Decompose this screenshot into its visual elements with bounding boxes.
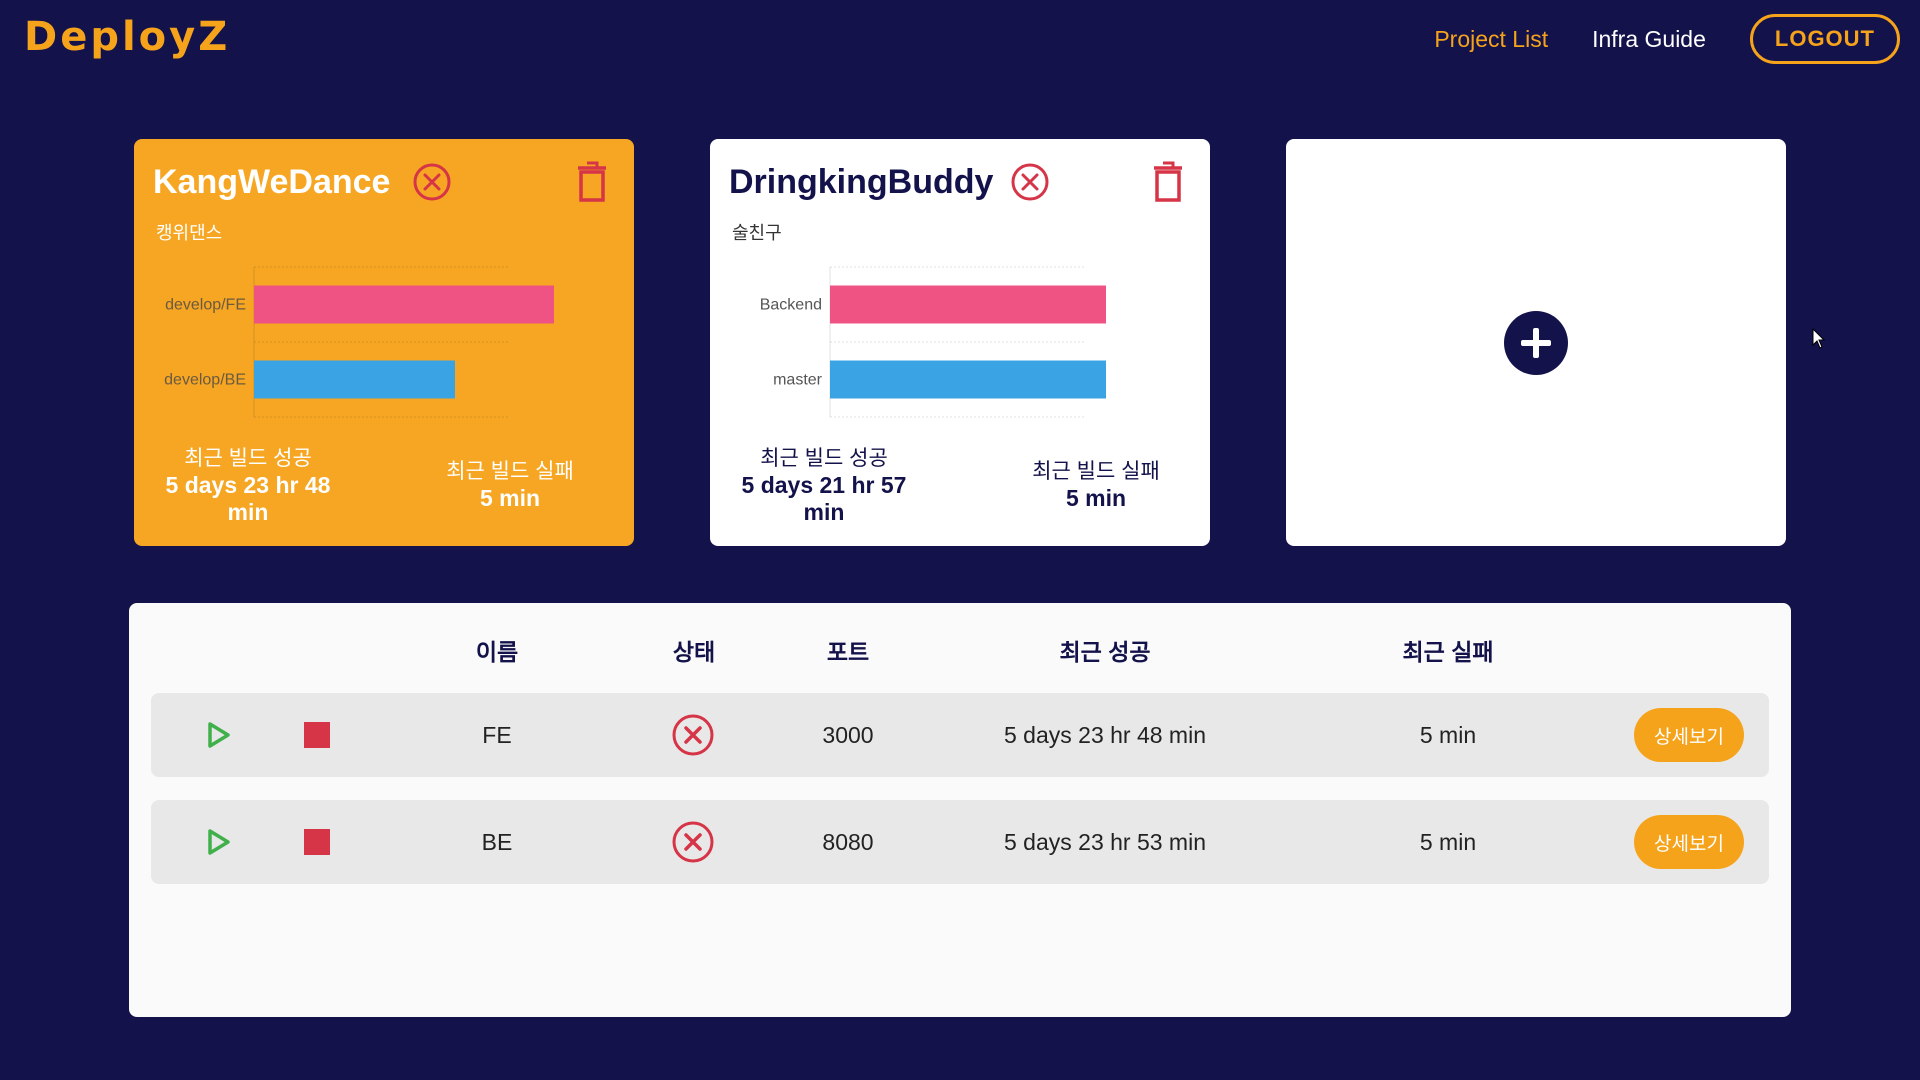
trash-icon[interactable] bbox=[576, 161, 608, 203]
last-success-stat: 최근 빌드 성공 5 days 23 hr 48 min bbox=[162, 442, 334, 526]
row-last-fail: 5 min bbox=[1419, 829, 1477, 855]
stop-icon[interactable] bbox=[304, 722, 330, 748]
logout-button[interactable]: LOGOUT bbox=[1749, 14, 1900, 64]
last-fail-stat: 최근 빌드 실패 5 min bbox=[424, 455, 596, 512]
error-status-icon bbox=[672, 821, 714, 863]
last-fail-label: 최근 빌드 실패 bbox=[1032, 460, 1160, 483]
branch-table: 이름 상태 포트 최근 성공 최근 실패 FE 3000 5 days 23 h… bbox=[129, 603, 1791, 1017]
trash-icon[interactable] bbox=[1152, 161, 1184, 203]
table-row: BE 8080 5 days 23 hr 53 min 5 min 상세보기 bbox=[151, 800, 1769, 884]
last-success-value: 5 days 23 hr 48 min bbox=[165, 472, 331, 525]
close-circle-icon[interactable] bbox=[412, 162, 452, 202]
row-name: FE bbox=[482, 722, 512, 748]
last-fail-value: 5 min bbox=[479, 485, 541, 511]
detail-button[interactable]: 상세보기 bbox=[1634, 815, 1744, 869]
last-success-label: 최근 빌드 성공 bbox=[760, 447, 888, 470]
last-success-stat: 최근 빌드 성공 5 days 21 hr 57 min bbox=[738, 442, 910, 526]
row-last-fail: 5 min bbox=[1419, 722, 1477, 748]
last-success-value: 5 days 21 hr 57 min bbox=[741, 472, 907, 525]
bar-backend[interactable] bbox=[830, 285, 1106, 324]
last-fail-label: 최근 빌드 실패 bbox=[446, 460, 574, 483]
detail-button[interactable]: 상세보기 bbox=[1634, 708, 1744, 762]
branch-build-chart: develop/FE develop/BE bbox=[164, 266, 554, 418]
play-icon[interactable] bbox=[206, 720, 232, 750]
error-status-icon bbox=[672, 714, 714, 756]
project-card-kangwedance[interactable]: KangWeDance 캥위댄스 develop/FE develop/BE 최근… bbox=[134, 139, 634, 546]
bar-label: Backend bbox=[760, 297, 822, 314]
project-title: KangWeDance bbox=[153, 163, 391, 201]
project-title: DringkingBuddy bbox=[729, 163, 994, 201]
row-last-success: 5 days 23 hr 48 min bbox=[1003, 722, 1207, 748]
bar-develop-fe[interactable] bbox=[254, 285, 554, 324]
nav-project-list[interactable]: Project List bbox=[1434, 26, 1548, 53]
add-project-card[interactable] bbox=[1286, 139, 1786, 546]
plus-icon[interactable] bbox=[1504, 310, 1568, 375]
nav-infra-guide[interactable]: Infra Guide bbox=[1592, 26, 1706, 53]
header-status: 상태 bbox=[672, 639, 716, 665]
app-logo[interactable]: DeployZ bbox=[24, 14, 230, 60]
bar-label: develop/BE bbox=[164, 372, 246, 389]
bar-label: develop/FE bbox=[165, 297, 246, 314]
project-subtitle: 캥위댄스 bbox=[156, 223, 223, 243]
header-name: 이름 bbox=[475, 639, 519, 665]
table-row: FE 3000 5 days 23 hr 48 min 5 min 상세보기 bbox=[151, 693, 1769, 777]
header-last-success: 최근 성공 bbox=[1059, 639, 1151, 665]
bar-develop-be[interactable] bbox=[254, 360, 455, 399]
project-card-dringkingbuddy[interactable]: DringkingBuddy 술친구 Backend master 최근 빌드 성… bbox=[710, 139, 1210, 546]
bar-master[interactable] bbox=[830, 360, 1106, 399]
row-port: 8080 bbox=[822, 829, 874, 855]
last-fail-value: 5 min bbox=[1065, 485, 1127, 511]
row-name: BE bbox=[481, 829, 513, 855]
row-port: 3000 bbox=[822, 722, 874, 748]
stop-icon[interactable] bbox=[304, 829, 330, 855]
row-last-success: 5 days 23 hr 53 min bbox=[1003, 829, 1207, 855]
top-nav: Project List Infra Guide LOGOUT bbox=[1434, 14, 1900, 64]
last-fail-stat: 최근 빌드 실패 5 min bbox=[1010, 455, 1182, 512]
header-last-fail: 최근 실패 bbox=[1402, 639, 1494, 665]
branch-build-chart: Backend master bbox=[760, 266, 1106, 418]
play-icon[interactable] bbox=[206, 827, 232, 857]
last-success-label: 최근 빌드 성공 bbox=[184, 447, 312, 470]
header-port: 포트 bbox=[826, 639, 870, 665]
mouse-cursor-icon bbox=[1812, 328, 1826, 349]
bar-label: master bbox=[773, 372, 823, 389]
close-circle-icon[interactable] bbox=[1010, 162, 1050, 202]
project-subtitle: 술친구 bbox=[732, 223, 782, 243]
